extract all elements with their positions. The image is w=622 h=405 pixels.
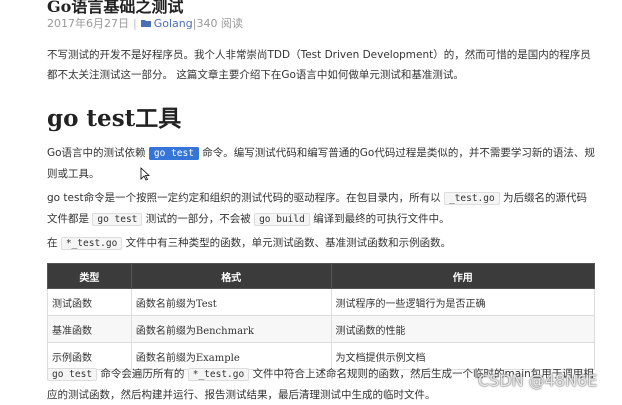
table-cell: 测试函数的性能 [330, 315, 596, 343]
code-test-go-suffix: _test.go [443, 192, 500, 205]
p2-text-4: 编译到最终的可执行文件中。 [313, 213, 450, 225]
code-go-build: go build [254, 213, 310, 226]
table-row: 测试函数 函数名前缀为Test 测试程序的一些逻辑行为是否正确 [47, 288, 596, 316]
code-go-test: go test [92, 213, 143, 226]
table-cell: 函数名前缀为Benchmark [130, 315, 332, 343]
p4-text-1: 命令会遍历所有的 [100, 368, 185, 380]
category-link[interactable]: Golang [154, 17, 193, 30]
code-test-go-glob: *_test.go [60, 237, 123, 250]
paragraph-go-test-command: go test命令是一个按照一定约定和组织的测试代码的驱动程序。在包目录内，所有… [47, 188, 595, 230]
table-cell: 基准函数 [47, 315, 132, 343]
csdn-watermark: CSDN @48N6E [478, 371, 598, 390]
code-go-test-selected[interactable]: go test [148, 147, 199, 160]
mouse-cursor-icon [140, 167, 150, 181]
p3-text-1: 在 [47, 237, 58, 249]
table-row: 基准函数 函数名前缀为Benchmark 测试函数的性能 [47, 315, 596, 343]
function-types-table: 类型 格式 作用 测试函数 函数名前缀为Test 测试程序的一些逻辑行为是否正确… [47, 263, 596, 370]
view-count: |340 阅读 [192, 17, 243, 30]
meta-separator: | [133, 16, 137, 30]
table-cell: 测试函数 [47, 288, 132, 316]
table-cell: 测试程序的一些逻辑行为是否正确 [330, 288, 596, 316]
column-header-format: 格式 [130, 263, 332, 289]
p2-text-1: go test命令是一个按照一定约定和组织的测试代码的驱动程序。在包目录内，所有… [47, 192, 441, 204]
table-header-row: 类型 格式 作用 [47, 263, 596, 289]
paragraph-go-test: Go语言中的测试依赖 go test 命令。编写测试代码和编写普通的Go代码过程… [47, 143, 595, 184]
p2-text-3: 测试的一部分，不会被 [145, 213, 251, 225]
paragraph-function-types: 在 *_test.go 文件中有三种类型的函数，单元测试函数、基准测试函数和示例… [47, 233, 595, 254]
column-header-purpose: 作用 [330, 263, 596, 289]
section-heading: go test工具 [47, 105, 182, 132]
column-header-type: 类型 [47, 263, 132, 289]
post-date: 2017年6月27日 [47, 17, 129, 30]
code-test-go-files: *_test.go [187, 368, 250, 381]
article-page: Go语言基础之测试 2017年6月27日 | Golang |340 阅读 不写… [0, 0, 622, 403]
p3-text-2: 文件中有三种类型的函数，单元测试函数、基准测试函数和示例函数。 [125, 237, 452, 249]
folder-icon [140, 20, 151, 27]
code-go-test-command: go test [47, 368, 98, 381]
p1-text-before: Go语言中的测试依赖 [47, 147, 146, 159]
table-cell: 函数名前缀为Test [130, 288, 332, 316]
article-meta: 2017年6月27日 | Golang |340 阅读 [47, 15, 243, 31]
intro-paragraph: 不写测试的开发不是好程序员。我个人非常崇尚TDD（Test Driven Dev… [47, 49, 591, 81]
